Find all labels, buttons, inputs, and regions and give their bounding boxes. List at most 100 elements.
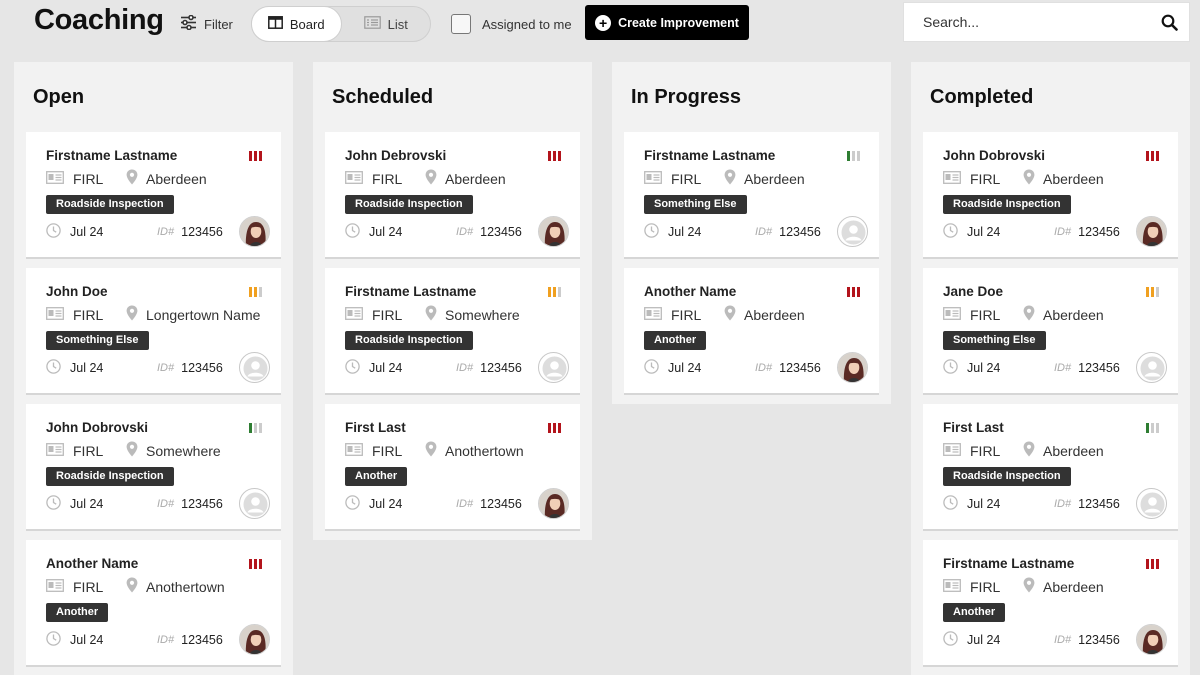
assignee-avatar[interactable]: [538, 488, 569, 519]
id-card-icon: [46, 578, 64, 595]
assignee-avatar[interactable]: [538, 352, 569, 383]
assignee-avatar[interactable]: [1136, 352, 1167, 383]
improvement-card[interactable]: Firstname Lastname FIRL Aberdeen Another…: [923, 540, 1178, 667]
location-pin-icon: [724, 305, 736, 324]
person-placeholder-icon: [1140, 492, 1165, 517]
card-id: 123456: [181, 497, 223, 511]
card-date: Jul 24: [967, 497, 1001, 511]
id-card-icon: [943, 442, 961, 459]
priority-indicator-icon: [1146, 423, 1159, 433]
card-location: Aberdeen: [1043, 442, 1104, 459]
card-person-name: Firstname Lastname: [345, 284, 477, 299]
card-person-name: John Debrovski: [345, 148, 447, 163]
improvement-card[interactable]: Another Name FIRL Anothertown Another Ju…: [26, 540, 281, 667]
improvement-card[interactable]: Firstname Lastname FIRL Aberdeen Roadsid…: [26, 132, 281, 259]
assignee-avatar[interactable]: [1136, 488, 1167, 519]
list-icon: [363, 16, 381, 32]
id-label: ID#: [157, 362, 175, 374]
location-pin-icon: [126, 577, 138, 596]
card-location: Aberdeen: [1043, 578, 1104, 595]
card-meta: FIRL Aberdeen: [943, 169, 1104, 188]
card-org: FIRL: [73, 306, 104, 323]
priority-indicator-icon: [249, 559, 262, 569]
card-id: 123456: [181, 633, 223, 647]
card-meta: FIRL Aberdeen: [943, 441, 1104, 460]
person-photo-icon: [539, 489, 568, 518]
assignee-avatar[interactable]: [239, 624, 270, 655]
card-date: Jul 24: [967, 361, 1001, 375]
assignee-avatar[interactable]: [239, 352, 270, 383]
plus-circle-icon: +: [595, 14, 612, 31]
search-icon[interactable]: [1149, 14, 1189, 31]
card-meta: FIRL Anothertown: [345, 441, 524, 460]
card-location: Aberdeen: [744, 306, 805, 323]
clock-icon: [46, 359, 61, 377]
card-date: Jul 24: [70, 497, 104, 511]
location-pin-icon: [425, 441, 437, 460]
assignee-avatar[interactable]: [239, 488, 270, 519]
assignee-avatar[interactable]: [837, 352, 868, 383]
clock-icon: [943, 495, 958, 513]
card-id: 123456: [1078, 497, 1120, 511]
id-label: ID#: [1054, 362, 1072, 374]
card-meta: FIRL Somewhere: [46, 441, 221, 460]
card-person-name: John Dobrovski: [943, 148, 1046, 163]
create-improvement-button[interactable]: + Create Improvement: [585, 5, 749, 40]
card-date: Jul 24: [70, 633, 104, 647]
card-date: Jul 24: [668, 361, 702, 375]
improvement-card[interactable]: Another Name FIRL Aberdeen Another Jul 2…: [624, 268, 879, 395]
improvement-card[interactable]: First Last FIRL Aberdeen Roadside Inspec…: [923, 404, 1178, 531]
header-bar: Coaching Filter Board List Assigned to m…: [0, 0, 1200, 50]
clock-icon: [345, 495, 360, 513]
card-location: Somewhere: [445, 306, 520, 323]
improvement-card[interactable]: John Debrovski FIRL Aberdeen Roadside In…: [325, 132, 580, 259]
person-placeholder-icon: [1140, 356, 1165, 381]
person-placeholder-icon: [243, 492, 268, 517]
improvement-card[interactable]: First Last FIRL Anothertown Another Jul …: [325, 404, 580, 531]
sliders-icon: [180, 14, 197, 33]
card-id: 123456: [779, 361, 821, 375]
id-card-icon: [345, 306, 363, 323]
person-placeholder-icon: [841, 220, 866, 245]
board-icon: [267, 16, 283, 32]
clock-icon: [644, 223, 659, 241]
view-board-label: Board: [289, 16, 325, 32]
card-location: Aberdeen: [146, 170, 207, 187]
id-card-icon: [345, 170, 363, 187]
assignee-avatar[interactable]: [538, 216, 569, 247]
location-pin-icon: [1023, 169, 1035, 188]
column-open: Open Firstname Lastname FIRL Aberdeen Ro…: [14, 62, 293, 675]
improvement-card[interactable]: John Dobrovski FIRL Aberdeen Roadside In…: [923, 132, 1178, 259]
assignee-avatar[interactable]: [1136, 624, 1167, 655]
assigned-checkbox[interactable]: [451, 14, 471, 34]
clock-icon: [46, 631, 61, 649]
assigned-to-me-toggle[interactable]: Assigned to me: [451, 14, 572, 34]
inspection-type-badge: Something Else: [943, 331, 1046, 350]
filter-button[interactable]: Filter: [180, 14, 233, 34]
search-input[interactable]: [904, 3, 1149, 41]
assignee-avatar[interactable]: [239, 216, 270, 247]
card-meta: FIRL Aberdeen: [943, 305, 1104, 324]
clock-icon: [644, 359, 659, 377]
improvement-card[interactable]: John Doe FIRL Longertown Name Something …: [26, 268, 281, 395]
column-title: In Progress: [631, 86, 742, 108]
assigned-label: Assigned to me: [482, 16, 572, 32]
inspection-type-badge: Roadside Inspection: [46, 195, 174, 214]
card-date: Jul 24: [369, 497, 403, 511]
improvement-card[interactable]: Jane Doe FIRL Aberdeen Something Else Ju…: [923, 268, 1178, 395]
card-footer: Jul 24 ID# 123456: [943, 631, 1120, 649]
view-list-button[interactable]: List: [342, 7, 431, 41]
improvement-card[interactable]: John Dobrovski FIRL Somewhere Roadside I…: [26, 404, 281, 531]
card-id: 123456: [1078, 633, 1120, 647]
assignee-avatar[interactable]: [837, 216, 868, 247]
clock-icon: [345, 359, 360, 377]
view-board-button[interactable]: Board: [251, 6, 342, 42]
priority-indicator-icon: [249, 151, 262, 161]
improvement-card[interactable]: Firstname Lastname FIRL Somewhere Roadsi…: [325, 268, 580, 395]
id-card-icon: [345, 442, 363, 459]
card-org: FIRL: [372, 170, 403, 187]
card-meta: FIRL Aberdeen: [46, 169, 207, 188]
assignee-avatar[interactable]: [1136, 216, 1167, 247]
id-label: ID#: [755, 226, 773, 238]
improvement-card[interactable]: Firstname Lastname FIRL Aberdeen Somethi…: [624, 132, 879, 259]
